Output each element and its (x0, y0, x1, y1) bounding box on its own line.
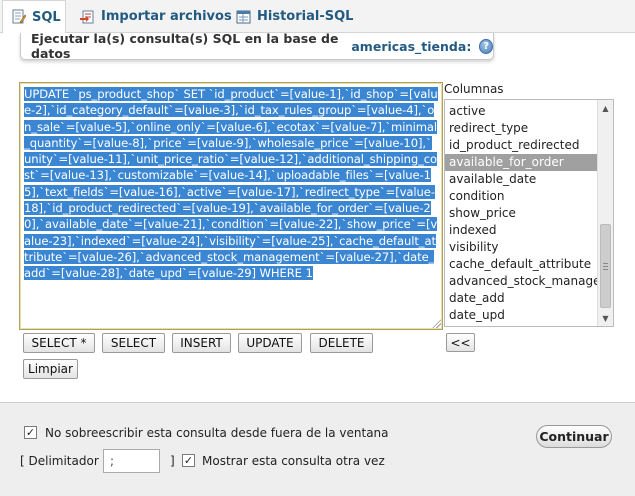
scroll-down-icon[interactable]: ▼ (598, 310, 613, 326)
column-option[interactable]: available_for_order (445, 154, 598, 171)
scroll-thumb[interactable] (600, 224, 611, 308)
update-button[interactable]: UPDATE (238, 333, 302, 353)
column-option[interactable]: indexed (445, 222, 598, 239)
database-name[interactable]: americas_tienda: (351, 39, 471, 54)
resize-grip[interactable] (432, 319, 441, 328)
scroll-up-icon[interactable]: ▲ (598, 100, 613, 116)
tab-sql[interactable]: SQL (2, 0, 66, 34)
clear-button[interactable]: Limpiar (23, 359, 78, 379)
scroll-grip-icon (603, 263, 608, 270)
sql-selection: UPDATE `ps_product_shop` SET `id_product… (24, 87, 438, 281)
column-option[interactable]: condition (445, 188, 598, 205)
column-option[interactable]: date_add (445, 290, 598, 307)
tab-history[interactable]: Historial-SQL (228, 0, 361, 33)
insert-button[interactable]: INSERT (172, 333, 231, 353)
column-option[interactable]: cache_default_attribute (445, 256, 598, 273)
tab-bar: SQL Importar archivos Historial-SQL (0, 0, 635, 34)
columns-scrollbar[interactable]: ▲ ▼ (597, 100, 613, 326)
history-icon (236, 9, 251, 25)
column-option[interactable]: active (445, 103, 598, 120)
tab-import[interactable]: Importar archivos (72, 0, 240, 33)
columns-listbox[interactable]: active redirect_type id_product_redirected… (444, 99, 614, 327)
column-option[interactable]: redirect_type (445, 120, 598, 137)
delimiter-close-bracket: ] (170, 454, 175, 468)
column-option[interactable]: id_product_redirected (445, 137, 598, 154)
no-overwrite-label: No sobreescribir esta consulta desde fue… (45, 426, 389, 440)
delimiter-input[interactable]: ; (103, 449, 160, 473)
columns-label: Columnas (444, 82, 504, 96)
tab-import-label: Importar archivos (101, 9, 232, 24)
document-edit-icon (11, 9, 27, 25)
column-option[interactable]: visibility (445, 239, 598, 256)
column-option[interactable]: advanced_stock_manage (445, 273, 600, 290)
column-option[interactable]: date_upd (445, 307, 598, 324)
no-overwrite-checkbox[interactable]: ✓ (24, 426, 37, 439)
continue-button[interactable]: Continuar (536, 425, 612, 448)
column-option[interactable]: show_price (445, 205, 598, 222)
select-all-button[interactable]: SELECT * (23, 333, 95, 353)
help-icon[interactable]: ? (479, 38, 493, 54)
query-header-text: Ejecutar la(s) consulta(s) SQL en la bas… (31, 31, 339, 61)
sql-query-text: UPDATE `ps_product_shop` SET `id_product… (24, 86, 438, 282)
sql-query-textarea[interactable]: UPDATE `ps_product_shop` SET `id_product… (19, 82, 443, 330)
query-header: Ejecutar la(s) consulta(s) SQL en la bas… (20, 31, 494, 61)
columns-items: active redirect_type id_product_redirected… (445, 103, 600, 324)
import-icon (80, 9, 95, 25)
tab-sql-label: SQL (32, 9, 61, 25)
show-again-label: Mostrar esta consulta otra vez (202, 454, 385, 468)
tab-history-label: Historial-SQL (257, 9, 354, 24)
options-panel: ✓ No sobreescribir esta consulta desde f… (0, 402, 635, 496)
insert-column-button[interactable]: << (446, 333, 475, 352)
show-again-checkbox[interactable]: ✓ (182, 454, 195, 467)
column-option[interactable]: available_date (445, 171, 598, 188)
select-button[interactable]: SELECT (102, 333, 165, 353)
delete-button[interactable]: DELETE (310, 333, 373, 353)
delimiter-label: [ Delimitador (20, 454, 99, 468)
